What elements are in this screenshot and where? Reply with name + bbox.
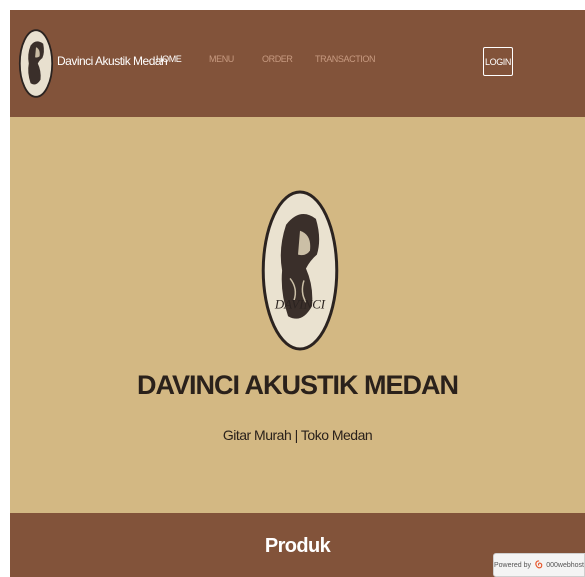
hero-title: DAVINCI AKUSTIK MEDAN bbox=[137, 370, 459, 400]
host-logo-icon bbox=[535, 560, 543, 569]
hero-subtitle: Gitar Murah | Toko Medan bbox=[222, 427, 373, 443]
host-name: 000webhost bbox=[546, 561, 584, 569]
powered-by-badge[interactable]: Powered by 000webhost bbox=[493, 553, 585, 577]
portrait-logo-icon[interactable] bbox=[18, 25, 54, 102]
portrait-logo-icon: DAVINCI bbox=[261, 190, 339, 351]
logo-lettering: DAVINCI bbox=[274, 296, 326, 311]
navbar: Davinci Akustik Medan HOME MENU ORDER TR… bbox=[10, 10, 585, 117]
brand-name[interactable]: Davinci Akustik Medan bbox=[57, 54, 168, 68]
hero-section: DAVINCI DAVINCI AKUSTIK MEDAN Gitar Mura… bbox=[10, 117, 585, 513]
nav-order[interactable]: ORDER bbox=[262, 54, 293, 64]
powered-by-label: Powered by bbox=[494, 561, 531, 569]
login-button[interactable]: LOGIN bbox=[483, 47, 513, 76]
page-frame: Davinci Akustik Medan HOME MENU ORDER TR… bbox=[10, 10, 585, 577]
nav-home[interactable]: HOME bbox=[156, 54, 182, 64]
nav-menu[interactable]: MENU bbox=[209, 54, 234, 64]
nav-transaction[interactable]: TRANSACTION bbox=[315, 54, 376, 64]
